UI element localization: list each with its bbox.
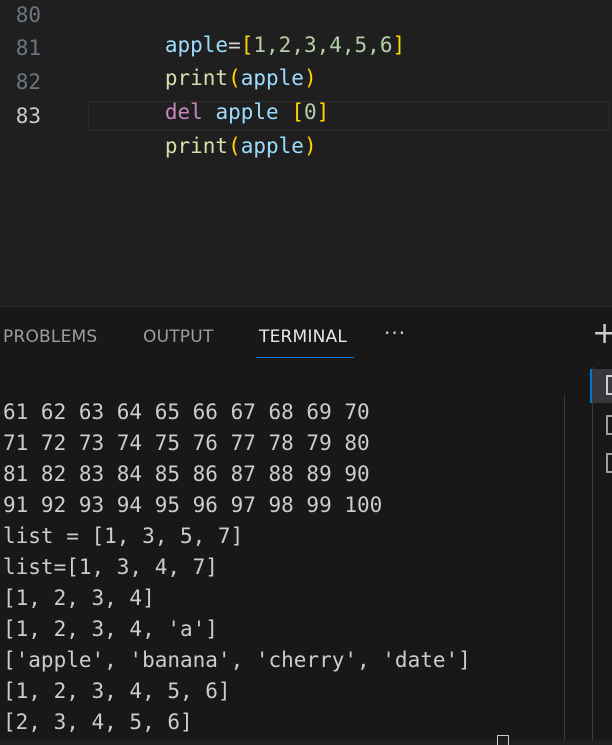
terminal-line: 61 62 63 64 65 66 67 68 69 70 [3,400,370,424]
terminal-line: [2, 3, 4, 5, 6] [3,710,193,734]
terminal-line: [1, 2, 3, 4, 'a'] [3,617,218,641]
line-number: 83 [15,104,41,128]
line-number: 81 [15,36,41,60]
bottom-panel: PROBLEMS OUTPUT TERMINAL ··· + 61 62 63 … [0,306,612,745]
code-line[interactable]: 82 del apple [0] [0,67,612,124]
tab-terminal[interactable]: TERMINAL [259,325,347,349]
code-token: apple [240,134,304,158]
line-number: 82 [15,70,41,94]
terminal-line: [1, 2, 3, 4] [3,586,155,610]
code-editor[interactable]: 80 apple=[1,2,3,4,5,6] 81 print(apple) 8… [0,0,612,306]
terminal-icon[interactable] [606,375,612,395]
terminal-line: ['apple', 'banana', 'cherry', 'date'] [3,648,471,672]
code-line[interactable]: 81 print(apple) [0,33,612,90]
terminal-line: [1, 2, 3, 4, 5, 6] [3,679,231,703]
code-token: ( [228,134,241,158]
terminal-icon[interactable] [606,453,612,473]
ellipsis-icon[interactable]: ··· [384,321,406,345]
terminal-list-divider[interactable] [564,395,565,740]
terminal-line: list = [1, 3, 5, 7] [3,524,244,548]
terminal-line: 71 72 73 74 75 76 77 78 79 80 [3,431,370,455]
plus-icon[interactable]: + [592,319,612,349]
terminal-output[interactable]: 61 62 63 64 65 66 67 68 69 70 71 72 73 7… [0,397,564,738]
tab-output[interactable]: OUTPUT [143,325,214,349]
active-tab-indicator [256,357,354,358]
terminal-line: list=[1, 3, 4, 7] [3,555,218,579]
terminal-cursor-icon [497,735,509,745]
code-line[interactable]: 80 apple=[1,2,3,4,5,6] [0,0,612,57]
code-token: ) [303,134,317,158]
line-number: 80 [15,3,41,27]
code-token: print [164,134,229,158]
terminal-line: 81 82 83 84 85 86 87 88 89 90 [3,462,370,486]
terminal-line: 91 92 93 94 95 96 97 98 99 100 [3,493,383,517]
code-text[interactable]: print(apple) [89,101,317,191]
terminal-icon[interactable] [606,415,612,435]
code-line-active[interactable]: 83 print(apple) [0,101,612,158]
tab-problems[interactable]: PROBLEMS [3,325,97,349]
panel-tabs: PROBLEMS OUTPUT TERMINAL ··· + [0,307,612,363]
